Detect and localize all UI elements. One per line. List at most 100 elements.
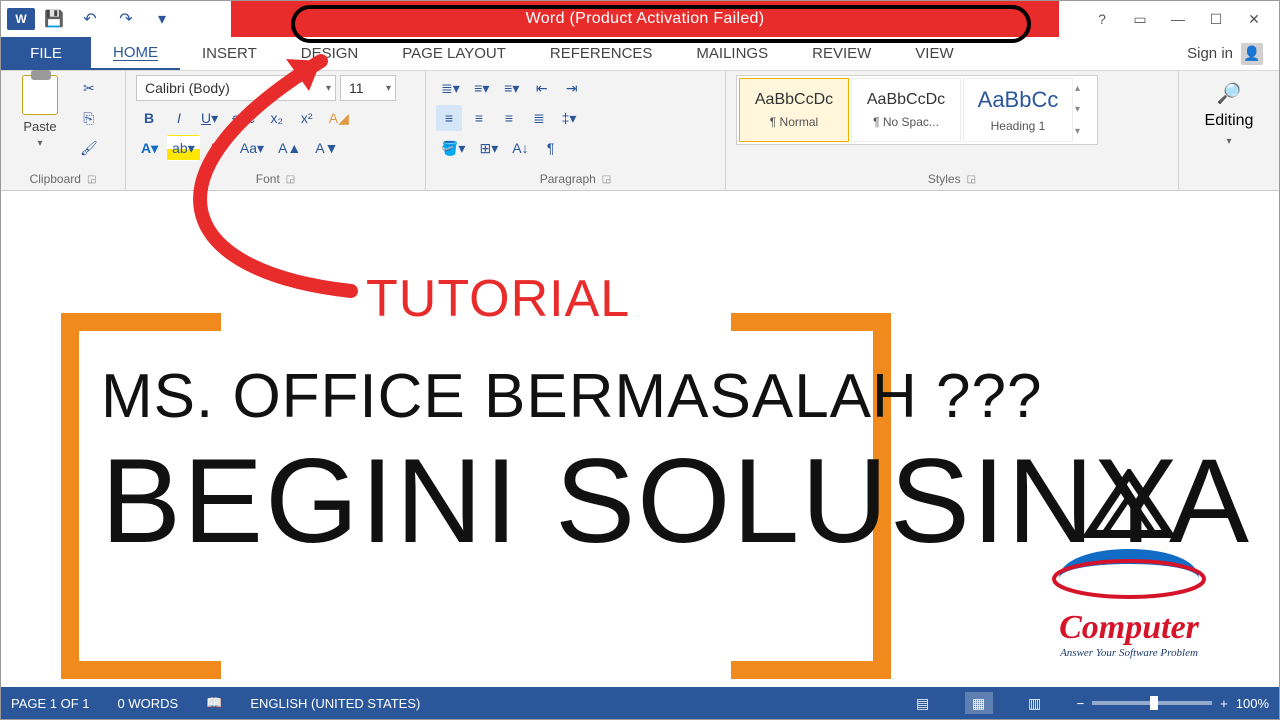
- tab-insert[interactable]: INSERT: [180, 37, 279, 70]
- style-sample: AaBbCcDc: [755, 91, 833, 109]
- ribbon-tabs: FILE HOME INSERT DESIGN PAGE LAYOUT REFE…: [1, 37, 1279, 71]
- style-sample: AaBbCc: [978, 87, 1059, 113]
- word-app-icon: W: [7, 8, 35, 30]
- change-case-button[interactable]: Aa▾: [235, 135, 269, 161]
- paste-label: Paste: [23, 119, 56, 134]
- styles-gallery[interactable]: AaBbCcDc ¶ Normal AaBbCcDc ¶ No Spac... …: [736, 75, 1098, 145]
- document-area[interactable]: [1, 191, 1279, 687]
- zoom-out-icon[interactable]: −: [1077, 696, 1085, 711]
- paste-button[interactable]: Paste ▾: [11, 75, 69, 149]
- multilevel-button[interactable]: ≡▾: [499, 75, 525, 101]
- format-painter-icon[interactable]: 🖌: [75, 135, 103, 161]
- style-sample: AaBbCcDc: [867, 91, 945, 109]
- superscript-button[interactable]: x²: [294, 105, 320, 131]
- numbering-button[interactable]: ≡▾: [469, 75, 495, 101]
- font-name-combo[interactable]: Calibri (Body): [136, 75, 336, 101]
- avatar-icon: 👤: [1241, 43, 1263, 65]
- show-marks-icon[interactable]: ¶: [538, 135, 564, 161]
- group-font: Calibri (Body) 11 B I U▾ abc x₂ x² A◢ A▾…: [126, 71, 426, 190]
- tab-view[interactable]: VIEW: [893, 37, 975, 70]
- grow-font-icon[interactable]: A▲: [273, 135, 306, 161]
- tab-design[interactable]: DESIGN: [279, 37, 381, 70]
- font-color-button[interactable]: A▾: [204, 135, 231, 161]
- decrease-indent-icon[interactable]: ⇤: [529, 75, 555, 101]
- tab-references[interactable]: REFERENCES: [528, 37, 675, 70]
- align-center-icon[interactable]: ≡: [466, 105, 492, 131]
- read-mode-icon[interactable]: ▤: [909, 692, 937, 714]
- highlight-button[interactable]: ab▾: [167, 135, 200, 161]
- title-bar: W 💾 ↶ ↷ ▾ Word (Product Activation Faile…: [1, 1, 1279, 37]
- line-spacing-icon[interactable]: ‡▾: [556, 105, 582, 131]
- window-title: Word (Product Activation Failed): [231, 10, 1059, 28]
- print-layout-icon[interactable]: ▦: [965, 692, 993, 714]
- clipboard-icon: [22, 75, 58, 115]
- increase-indent-icon[interactable]: ⇥: [559, 75, 585, 101]
- gallery-down-icon[interactable]: ▾: [1075, 104, 1095, 115]
- subscript-button[interactable]: x₂: [264, 105, 290, 131]
- editing-label: Editing: [1205, 112, 1254, 130]
- style-name: Heading 1: [991, 119, 1046, 133]
- bold-button[interactable]: B: [136, 105, 162, 131]
- text-effects-button[interactable]: A▾: [136, 135, 163, 161]
- sort-icon[interactable]: A↓: [507, 135, 533, 161]
- qat-customize-icon[interactable]: ▾: [145, 2, 179, 36]
- save-icon[interactable]: 💾: [37, 2, 71, 36]
- status-proofing-icon[interactable]: 📖: [206, 695, 222, 711]
- status-bar: PAGE 1 OF 1 0 WORDS 📖 ENGLISH (UNITED ST…: [1, 687, 1279, 719]
- copy-icon[interactable]: ⎘: [75, 105, 103, 131]
- styles-dialog-launcher-icon[interactable]: ◲: [967, 174, 976, 185]
- status-page[interactable]: PAGE 1 OF 1: [11, 696, 90, 711]
- bullets-button[interactable]: ≣▾: [436, 75, 465, 101]
- paragraph-group-label: Paragraph: [540, 172, 596, 186]
- font-size-combo[interactable]: 11: [340, 75, 396, 101]
- group-editing: 🔎 Editing ▾: [1179, 71, 1279, 190]
- cut-icon[interactable]: ✂: [75, 75, 103, 101]
- style-nospacing[interactable]: AaBbCcDc ¶ No Spac...: [851, 78, 961, 142]
- align-right-icon[interactable]: ≡: [496, 105, 522, 131]
- find-icon: 🔎: [1217, 81, 1242, 106]
- tab-file[interactable]: FILE: [1, 37, 91, 70]
- align-left-icon[interactable]: ≡: [436, 105, 462, 131]
- tab-home[interactable]: HOME: [91, 37, 180, 70]
- sign-in[interactable]: Sign in 👤: [1187, 37, 1279, 70]
- font-dialog-launcher-icon[interactable]: ◲: [286, 174, 295, 185]
- tab-mailings[interactable]: MAILINGS: [674, 37, 790, 70]
- paragraph-dialog-launcher-icon[interactable]: ◲: [602, 174, 611, 185]
- editing-button[interactable]: 🔎 Editing ▾: [1189, 75, 1269, 147]
- help-icon[interactable]: ?: [1085, 6, 1119, 32]
- font-group-label: Font: [256, 172, 280, 186]
- tab-review[interactable]: REVIEW: [790, 37, 893, 70]
- maximize-icon[interactable]: ☐: [1199, 6, 1233, 32]
- zoom-control[interactable]: − + 100%: [1077, 696, 1269, 711]
- style-normal[interactable]: AaBbCcDc ¶ Normal: [739, 78, 849, 142]
- zoom-slider[interactable]: [1092, 701, 1212, 705]
- gallery-up-icon[interactable]: ▴: [1075, 83, 1095, 94]
- style-name: ¶ Normal: [770, 115, 818, 129]
- gallery-more-icon[interactable]: ▾: [1075, 126, 1095, 137]
- ribbon-display-icon[interactable]: ▭: [1123, 6, 1157, 32]
- group-paragraph: ≣▾ ≡▾ ≡▾ ⇤ ⇥ ≡ ≡ ≡ ≣ ‡▾ 🪣▾ ⊞▾ A↓: [426, 71, 726, 190]
- borders-button[interactable]: ⊞▾: [474, 135, 503, 161]
- web-layout-icon[interactable]: ▥: [1021, 692, 1049, 714]
- justify-icon[interactable]: ≣: [526, 105, 552, 131]
- style-name: ¶ No Spac...: [873, 115, 939, 129]
- style-heading1[interactable]: AaBbCc Heading 1: [963, 78, 1073, 142]
- status-words[interactable]: 0 WORDS: [118, 696, 179, 711]
- undo-icon[interactable]: ↶: [73, 2, 107, 36]
- shrink-font-icon[interactable]: A▼: [310, 135, 343, 161]
- underline-button[interactable]: U▾: [196, 105, 223, 131]
- strikethrough-button[interactable]: abc: [227, 105, 260, 131]
- shading-button[interactable]: 🪣▾: [436, 135, 470, 161]
- clear-format-icon[interactable]: A◢: [324, 105, 354, 131]
- clipboard-dialog-launcher-icon[interactable]: ◲: [87, 174, 96, 185]
- close-icon[interactable]: ✕: [1237, 6, 1271, 32]
- status-language[interactable]: ENGLISH (UNITED STATES): [250, 696, 420, 711]
- tab-pagelayout[interactable]: PAGE LAYOUT: [380, 37, 528, 70]
- minimize-icon[interactable]: —: [1161, 6, 1195, 32]
- zoom-value[interactable]: 100%: [1236, 696, 1269, 711]
- redo-icon[interactable]: ↷: [109, 2, 143, 36]
- quick-access-toolbar: W 💾 ↶ ↷ ▾: [1, 1, 231, 37]
- italic-button[interactable]: I: [166, 105, 192, 131]
- zoom-in-icon[interactable]: +: [1220, 696, 1228, 711]
- sign-in-label: Sign in: [1187, 45, 1233, 62]
